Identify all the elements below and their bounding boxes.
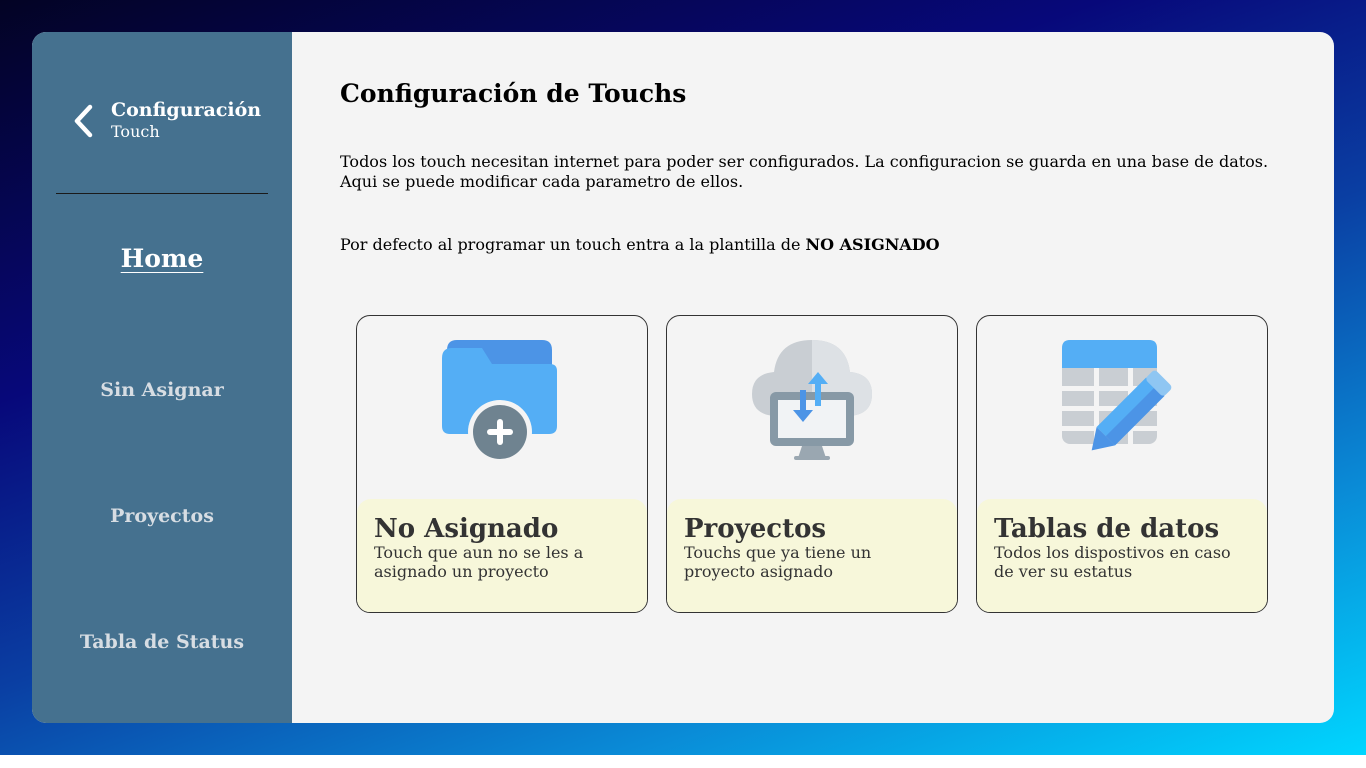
card-description: Todos los dispostivos en caso de ver su … <box>994 543 1231 581</box>
card-footer: Proyectos Touchs que ya tiene un proyect… <box>667 499 957 612</box>
card-title: Tablas de datos <box>994 514 1220 544</box>
card-footer: No Asignado Touch que aun no se les a as… <box>357 499 647 612</box>
sidebar-item-proyectos[interactable]: Proyectos <box>32 505 292 527</box>
sidebar-item-tabla-de-status[interactable]: Tabla de Status <box>32 631 292 653</box>
app-window: Configuración Touch Home Sin Asignar Pro… <box>32 32 1334 723</box>
chevron-left-icon <box>74 104 93 138</box>
default-note-text: Por defecto al programar un touch entra … <box>340 235 806 254</box>
sidebar-subtitle: Touch <box>111 122 160 141</box>
sidebar-divider <box>56 193 268 194</box>
folder-add-icon <box>442 340 557 463</box>
card-title: Proyectos <box>684 514 827 544</box>
card-no-asignado[interactable]: No Asignado Touch que aun no se les a as… <box>356 315 648 613</box>
card-description: Touch que aun no se les a asignado un pr… <box>374 543 584 581</box>
cloud-monitor-sync-icon <box>752 340 872 460</box>
card-description: Touchs que ya tiene un proyecto asignado <box>684 543 872 581</box>
card-title: No Asignado <box>374 514 559 544</box>
card-tablas-de-datos[interactable]: Tablas de datos Todos los dispostivos en… <box>976 315 1268 613</box>
sidebar: Configuración Touch Home Sin Asignar Pro… <box>32 32 292 723</box>
card-proyectos[interactable]: Proyectos Touchs que ya tiene un proyect… <box>666 315 958 613</box>
back-button[interactable] <box>68 102 98 140</box>
default-note: Por defecto al programar un touch entra … <box>340 235 940 255</box>
sidebar-item-home[interactable]: Home <box>32 244 292 273</box>
page-title: Configuración de Touchs <box>340 79 687 108</box>
intro-text: Todos los touch necesitan internet para … <box>340 152 1269 191</box>
sidebar-title: Configuración <box>111 99 262 121</box>
sidebar-item-sin-asignar[interactable]: Sin Asignar <box>32 379 292 401</box>
card-footer: Tablas de datos Todos los dispostivos en… <box>977 499 1267 612</box>
default-note-highlight: NO ASIGNADO <box>805 235 940 254</box>
main-content: Configuración de Touchs Todos los touch … <box>292 32 1334 723</box>
table-edit-icon <box>1062 340 1172 451</box>
